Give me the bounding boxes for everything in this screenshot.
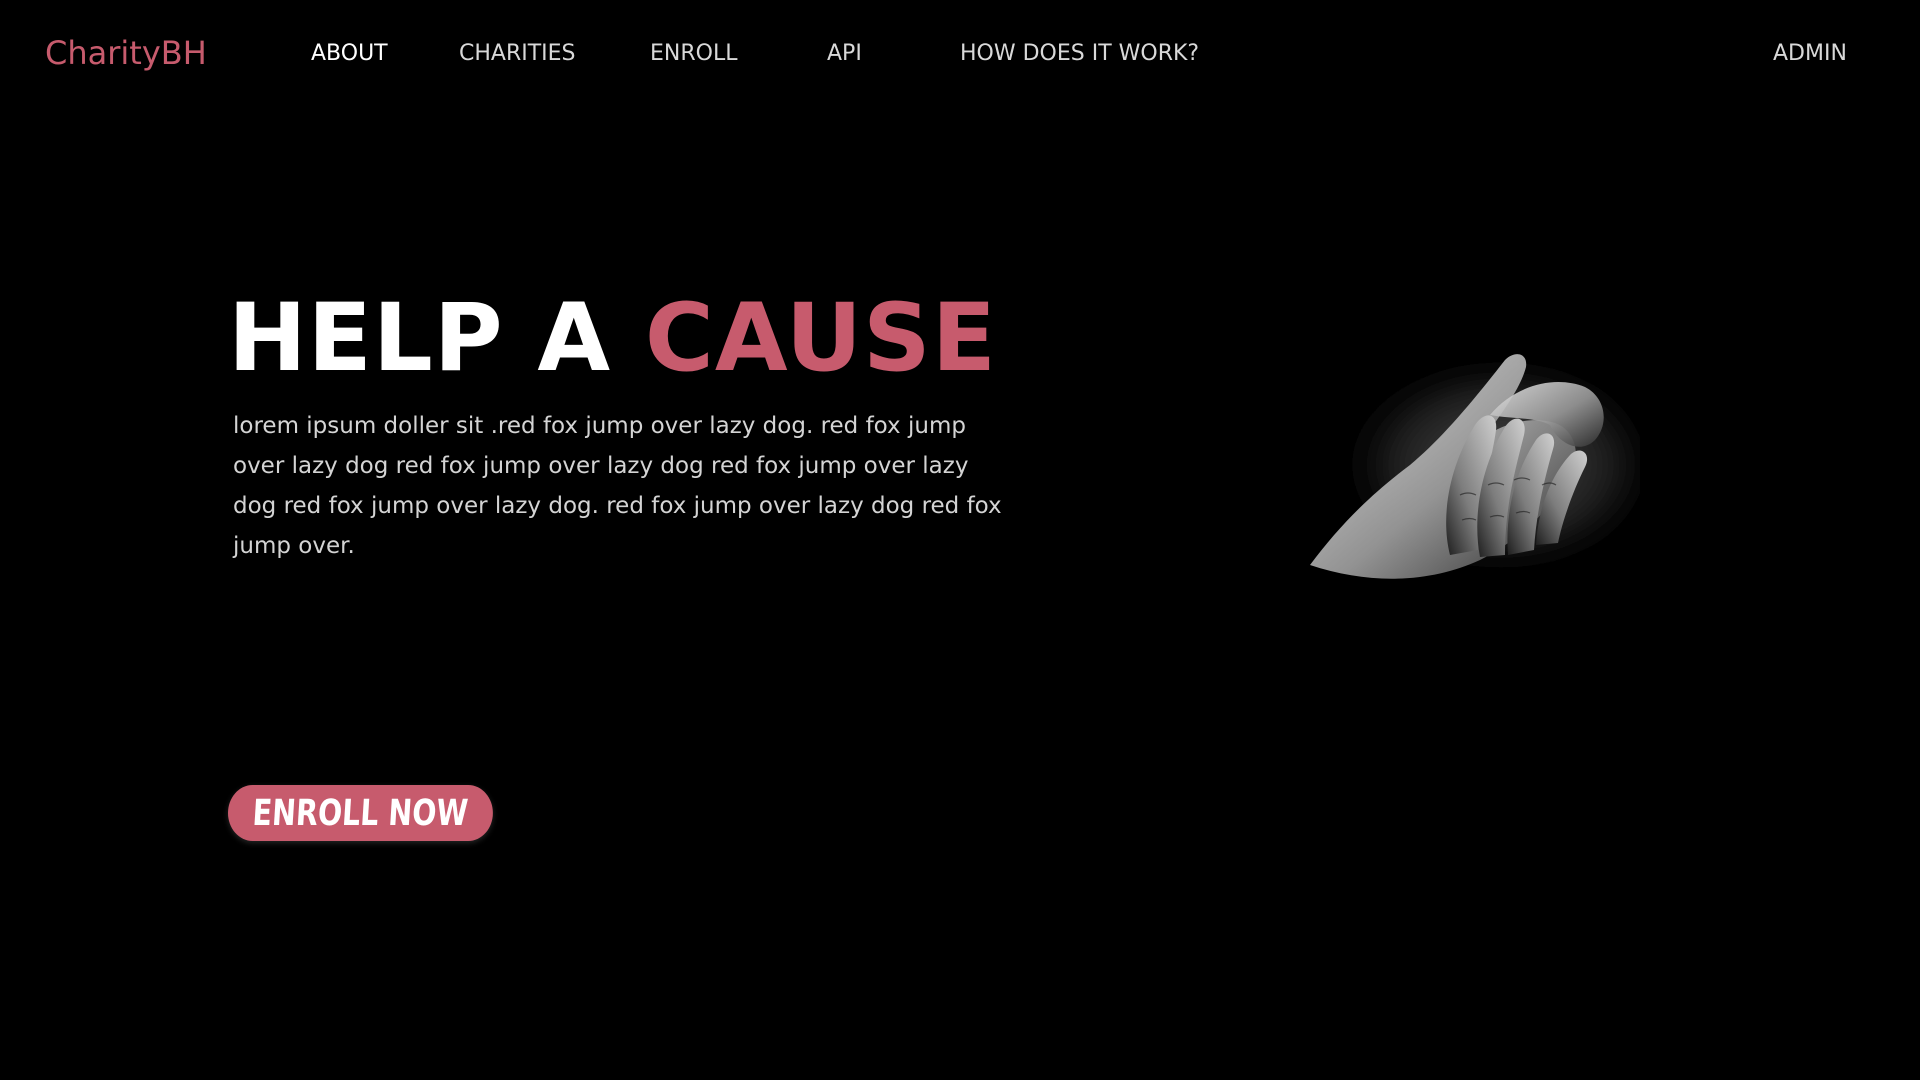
nav-enroll[interactable]: ENROLL [650,41,737,66]
holding-hands-image [1310,354,1640,579]
hero-title-white: HELP A [228,284,645,393]
hero-description: lorem ipsum doller sit .red fox jump ove… [233,413,1002,559]
enroll-now-button[interactable]: ENROLL NOW [228,785,493,841]
nav-admin[interactable]: ADMIN [1773,41,1847,66]
enroll-now-label: ENROLL NOW [251,792,470,834]
nav-how-it-works[interactable]: HOW DOES IT WORK? [960,41,1199,66]
landing-page: CharityBH ABOUT CHARITIES ENROLL API HOW… [0,0,1920,1080]
brand-logo[interactable]: CharityBH [45,34,207,72]
nav-charities[interactable]: CHARITIES [459,41,576,66]
hero-title: HELP A CAUSE [228,292,997,386]
nav-api[interactable]: API [827,41,862,66]
nav-about[interactable]: ABOUT [311,41,388,66]
hero-title-accent: CAUSE [644,284,997,393]
